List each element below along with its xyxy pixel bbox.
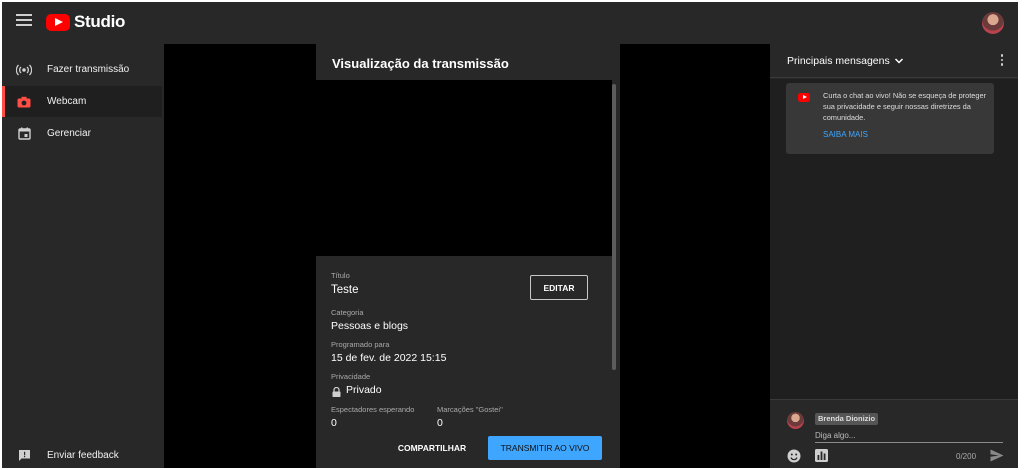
hamburger-menu-icon[interactable] [16, 14, 32, 30]
learn-more-link[interactable]: SAIBA MAIS [823, 130, 868, 139]
chat-title: Principais mensagens [787, 55, 890, 67]
chat-header: Principais mensagens [770, 44, 1018, 78]
sidebar: Fazer transmissão Webcam Gerenciar Envia… [2, 44, 164, 468]
stream-preview-panel: Visualização da transmissão Título Teste… [316, 44, 620, 468]
chevron-down-icon [894, 58, 903, 64]
likes-label: Marcações "Gostei" [437, 405, 503, 414]
sidebar-item-fazer-transmissao[interactable]: Fazer transmissão [2, 54, 162, 85]
stage-area: Visualização da transmissão Título Teste… [164, 44, 770, 468]
sidebar-item-webcam[interactable]: Webcam [2, 86, 162, 117]
app-name: Studio [74, 12, 126, 31]
youtube-logo-icon [798, 93, 810, 102]
chat-mode-dropdown[interactable]: Principais mensagens [787, 55, 904, 67]
youtube-logo-icon [46, 13, 70, 31]
category-value: Pessoas e blogs [331, 320, 409, 332]
feedback-icon [16, 448, 32, 464]
chat-messages: Curta o chat ao vivo! Não se esqueça de … [770, 79, 1018, 399]
video-preview [316, 80, 612, 256]
chat-input[interactable] [815, 429, 1003, 443]
scheduled-value: 15 de fev. de 2022 15:15 [331, 352, 447, 364]
send-feedback-button[interactable]: Enviar feedback [2, 440, 162, 468]
author-name: Brenda Dionizio [815, 413, 879, 425]
likes-value: 0 [437, 417, 443, 429]
waiting-viewers-value: 0 [331, 417, 337, 429]
welcome-text: Curta o chat ao vivo! Não se esqueça de … [823, 91, 987, 122]
lock-icon [332, 384, 341, 397]
chat-welcome-card: Curta o chat ao vivo! Não se esqueça de … [786, 83, 994, 154]
panel-title: Visualização da transmissão [332, 56, 509, 71]
privacy-value: Privado [346, 384, 382, 396]
studio-logo[interactable]: Studio [46, 12, 125, 32]
sidebar-item-label: Webcam [47, 96, 87, 107]
edit-button[interactable]: EDITAR [530, 275, 588, 300]
sidebar-item-label: Fazer transmissão [47, 64, 130, 75]
poll-chart-icon[interactable] [815, 449, 828, 462]
sidebar-item-gerenciar[interactable]: Gerenciar [2, 118, 162, 149]
title-label: Título [331, 271, 350, 280]
camera-icon [16, 94, 32, 110]
live-chat-panel: Principais mensagens Curta o chat ao viv… [770, 44, 1018, 468]
waiting-viewers-label: Espectadores esperando [331, 405, 415, 414]
go-live-button[interactable]: TRANSMITIR AO VIVO [488, 436, 602, 460]
emoji-icon[interactable] [787, 449, 801, 463]
panel-scrollbar[interactable] [612, 84, 616, 370]
send-feedback-label: Enviar feedback [47, 450, 119, 461]
sidebar-item-label: Gerenciar [47, 128, 91, 139]
chat-composer: Brenda Dionizio 0/200 [770, 399, 1018, 468]
share-button[interactable]: COMPARTILHAR [392, 436, 472, 460]
top-bar: Studio [2, 2, 1018, 44]
broadcast-icon [16, 62, 32, 78]
send-icon[interactable] [990, 449, 1004, 463]
account-avatar[interactable] [982, 12, 1004, 34]
more-options-icon[interactable] [1000, 54, 1004, 68]
category-label: Categoria [331, 308, 364, 317]
avatar [787, 412, 804, 429]
calendar-icon [16, 126, 32, 142]
privacy-label: Privacidade [331, 372, 371, 381]
scheduled-label: Programado para [331, 340, 390, 349]
character-counter: 0/200 [956, 452, 977, 461]
title-value: Teste [331, 284, 359, 296]
studio-window: Studio Fazer transmissão Webcam Gerencia… [2, 2, 1018, 468]
